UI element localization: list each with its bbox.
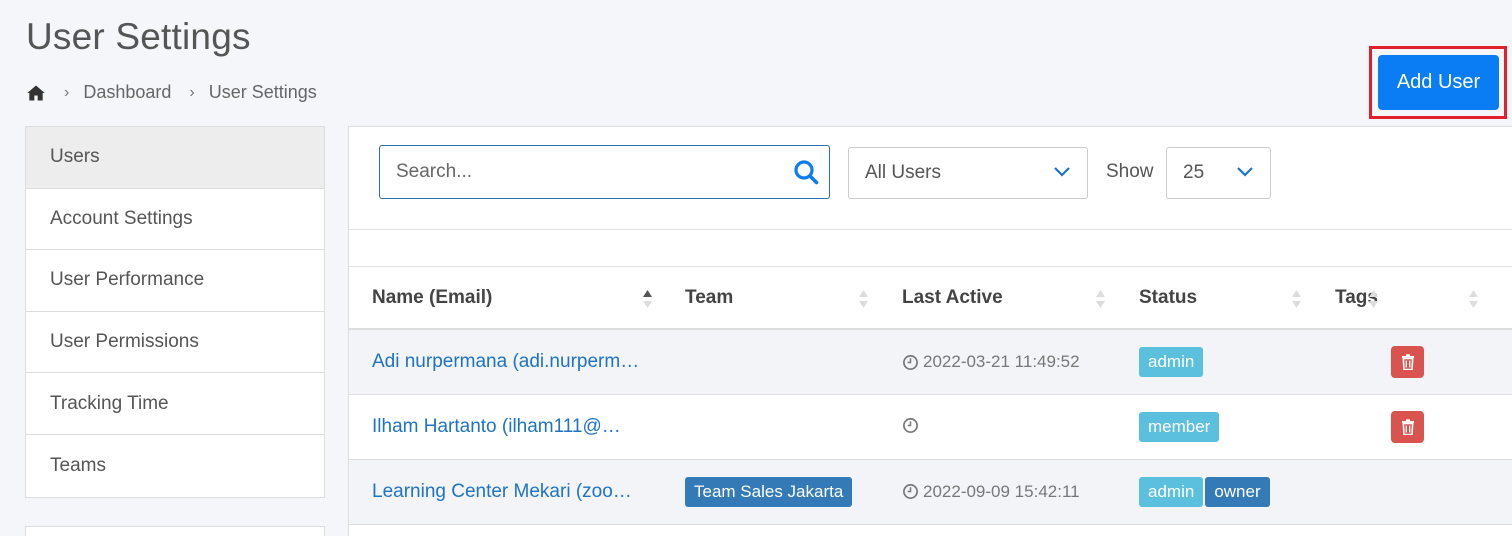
sidebar-item-tracking-time[interactable]: Tracking Time: [26, 373, 324, 435]
last-active-time: 2022-03-21 11:49:52: [923, 352, 1080, 371]
chevron-right-icon: ›: [64, 83, 70, 101]
cell-team: [662, 394, 879, 460]
sort-icon: [1468, 288, 1479, 310]
cell-name: Ilham Hartanto (ilham111@…: [349, 394, 662, 460]
clock-icon: [902, 483, 919, 500]
chevron-right-icon: ›: [189, 83, 195, 101]
sidebar-secondary-panel: [25, 526, 325, 536]
table-row: Adi nurpermana (adi.nurpermana@… 2022-03…: [349, 329, 1512, 395]
column-header-last-active[interactable]: Last Active: [879, 267, 1116, 330]
cell-name: Learning Center Mekari (zoo…: [349, 459, 662, 525]
table-header-row: Name (Email) Team Last Active Status Tag…: [349, 267, 1512, 330]
search-icon[interactable]: [793, 159, 819, 185]
cell-last-active: [879, 394, 1116, 460]
cell-tags: [1312, 329, 1512, 395]
breadcrumb: › Dashboard › User Settings: [26, 82, 317, 103]
users-filter-value: All Users: [865, 162, 942, 183]
sidebar-item-user-performance[interactable]: User Performance: [26, 250, 324, 312]
user-name-link[interactable]: Ilham Hartanto (ilham111@…: [372, 416, 621, 438]
breadcrumb-user-settings: User Settings: [208, 82, 317, 102]
sort-icon: [1095, 288, 1106, 310]
trash-icon: [1401, 354, 1414, 370]
chevron-down-icon: [1236, 166, 1254, 180]
column-header-tags[interactable]: Tags: [1312, 267, 1512, 330]
page-title: User Settings: [26, 16, 251, 57]
table-toolbar-spacer: [349, 229, 1512, 267]
cell-status: member: [1116, 394, 1312, 460]
sidebar-item-teams[interactable]: Teams: [26, 435, 324, 497]
cell-last-active: 2022-09-09 15:42:11: [879, 459, 1116, 525]
sort-icon: [1291, 288, 1302, 310]
page-size-value: 25: [1183, 162, 1205, 183]
status-badge: admin: [1139, 347, 1204, 377]
delete-user-button[interactable]: [1391, 346, 1424, 378]
sort-icon: [858, 288, 869, 310]
column-header-status[interactable]: Status: [1116, 267, 1312, 330]
clock-icon: [902, 417, 919, 434]
sort-icon: [1368, 288, 1379, 310]
cell-tags: [1312, 394, 1512, 460]
table-row: Learning Center Mekari (zoo… Team Sales …: [349, 459, 1512, 525]
delete-user-button[interactable]: [1391, 410, 1424, 443]
column-header-name[interactable]: Name (Email): [349, 267, 662, 330]
status-badge: admin: [1139, 476, 1204, 507]
user-name-link[interactable]: Learning Center Mekari (zoo…: [372, 481, 632, 503]
users-filter-select[interactable]: All Users: [848, 147, 1088, 199]
home-icon[interactable]: [26, 83, 46, 103]
search-box: [379, 145, 830, 199]
cell-status: admin owner: [1116, 459, 1312, 525]
settings-sidebar: Users Account Settings User Performance …: [25, 126, 325, 498]
cell-status: admin: [1116, 329, 1312, 395]
sort-asc-icon: [642, 288, 653, 310]
breadcrumb-dashboard[interactable]: Dashboard: [83, 82, 171, 103]
status-badge: member: [1139, 411, 1220, 442]
user-name-link[interactable]: Adi nurpermana (adi.nurpermana@…: [372, 351, 647, 373]
sidebar-item-account-settings[interactable]: Account Settings: [26, 189, 324, 251]
column-header-team[interactable]: Team: [662, 267, 879, 330]
page-size-select[interactable]: 25: [1166, 147, 1271, 199]
cell-team: Team Sales Jakarta: [662, 459, 879, 525]
cell-tags: [1312, 459, 1512, 525]
search-input[interactable]: [380, 146, 793, 198]
last-active-time: 2022-09-09 15:42:11: [923, 481, 1080, 501]
add-user-button[interactable]: Add User: [1378, 55, 1499, 110]
sidebar-item-user-permissions[interactable]: User Permissions: [26, 312, 324, 374]
cell-name: Adi nurpermana (adi.nurpermana@…: [349, 329, 662, 395]
users-table: Name (Email) Team Last Active Status Tag…: [349, 267, 1512, 525]
table-row: Ilham Hartanto (ilham111@… member: [349, 394, 1512, 460]
chevron-down-icon: [1053, 166, 1071, 180]
status-badge: owner: [1205, 476, 1270, 507]
sidebar-item-users[interactable]: Users: [26, 127, 324, 189]
show-label: Show: [1106, 161, 1154, 182]
users-panel: All Users Show 25 Name (Email) Team: [348, 126, 1512, 536]
cell-team: [662, 329, 879, 395]
clock-icon: [902, 354, 919, 371]
cell-last-active: 2022-03-21 11:49:52: [879, 329, 1116, 395]
trash-icon: [1401, 418, 1414, 435]
add-user-highlight: Add User: [1369, 46, 1507, 119]
team-badge: Team Sales Jakarta: [685, 476, 853, 507]
